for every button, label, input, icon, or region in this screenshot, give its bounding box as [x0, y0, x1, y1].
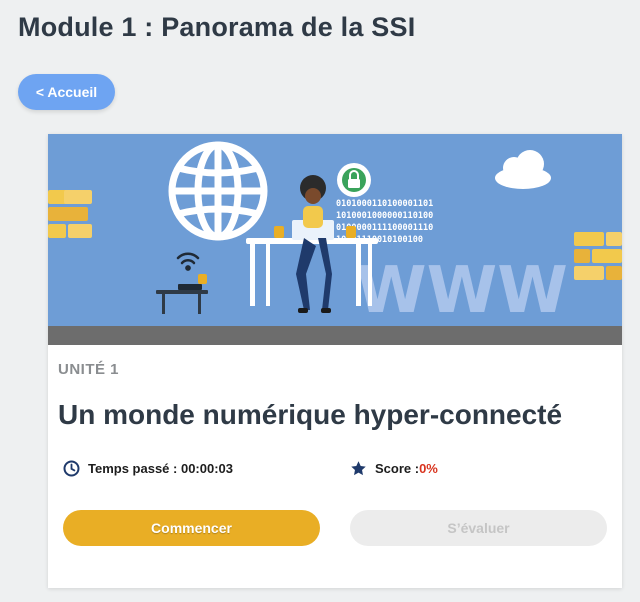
- wifi-icon: [176, 252, 200, 271]
- lock-icon: [337, 163, 371, 197]
- score-value: 0%: [419, 461, 438, 476]
- globe-icon: [168, 141, 268, 241]
- mug: [346, 226, 356, 238]
- page-title: Module 1 : Panorama de la SSI: [18, 12, 416, 42]
- score-label: Score :: [375, 461, 420, 476]
- unit-card: 0101000110100001101 1010001000000110100 …: [48, 134, 622, 588]
- score: Score : 0%: [350, 460, 438, 477]
- banner-illustration: 0101000110100001101 1010001000000110100 …: [48, 141, 622, 326]
- banner-divider: [48, 326, 622, 345]
- side-table: [156, 274, 208, 314]
- start-button[interactable]: Commencer: [63, 510, 320, 546]
- time-spent: Temps passé : 00:00:03: [63, 460, 233, 477]
- cloud-icon: [495, 150, 551, 189]
- unit-banner-illustration: 0101000110100001101 1010001000000110100 …: [48, 134, 622, 326]
- svg-text:1010001000000110100: 1010001000000110100: [336, 211, 433, 221]
- unit-label: UNITÉ 1: [58, 361, 120, 378]
- unit-title: Un monde numérique hyper-connecté: [58, 399, 563, 430]
- star-icon: [350, 460, 367, 477]
- evaluate-button[interactable]: S’évaluer: [350, 510, 607, 546]
- clock-icon: [63, 460, 80, 477]
- mug: [274, 226, 284, 238]
- brick-wall-left: [48, 190, 92, 238]
- brick-wall-right: [574, 232, 622, 280]
- time-spent-label: Temps passé : 00:00:03: [88, 461, 233, 476]
- back-home-button[interactable]: < Accueil: [18, 74, 115, 110]
- svg-text:0101000110100001101: 0101000110100001101: [336, 199, 433, 209]
- www-text: WWW: [356, 254, 568, 326]
